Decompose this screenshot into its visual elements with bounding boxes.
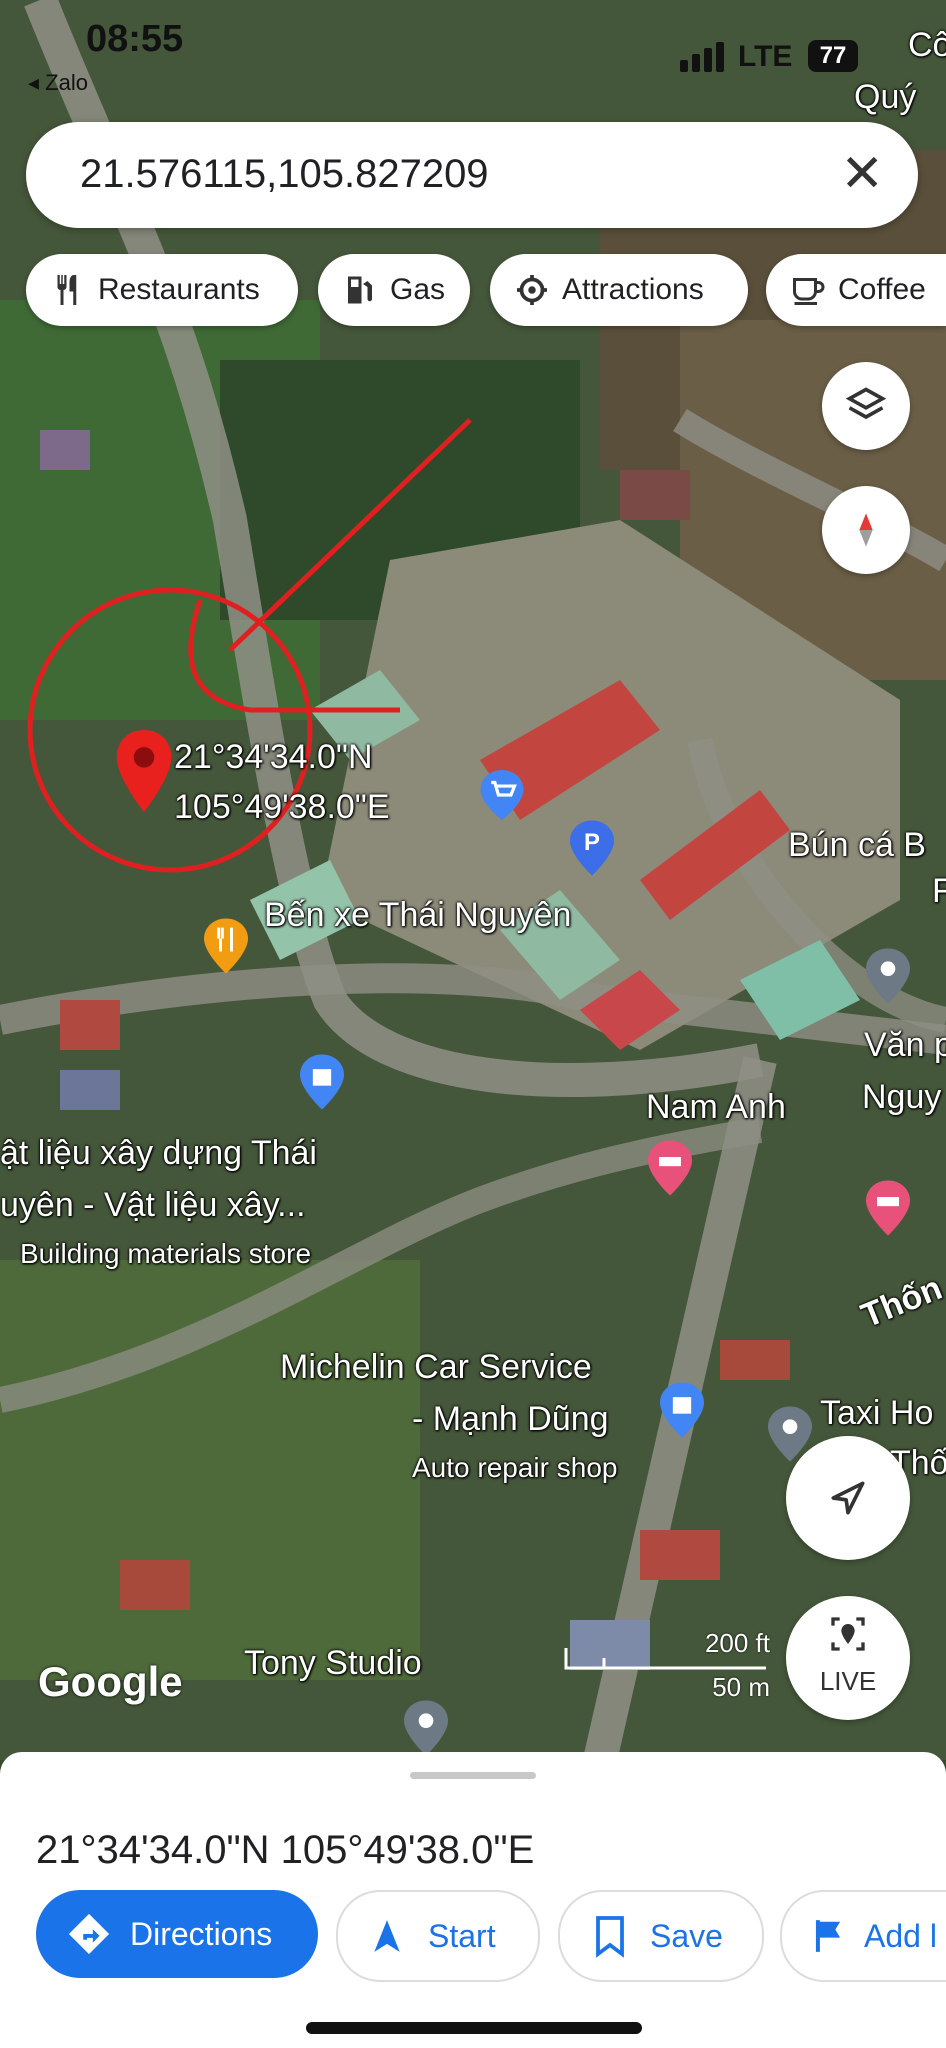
map-label-bun-ca-2: F (932, 872, 946, 910)
svg-text:P: P (584, 829, 600, 856)
my-location-button[interactable] (786, 1436, 910, 1560)
map-label-vlxd-2: uyên - Vật liệu xây... (0, 1186, 306, 1224)
coffee-cup-icon (788, 270, 828, 310)
live-label: LIVE (819, 1666, 877, 1696)
chip-label: Gas (390, 273, 446, 306)
map-label-vlxd-type: Building materials store (20, 1238, 312, 1269)
parking-marker[interactable]: P (570, 820, 614, 876)
fork-knife-icon (48, 270, 88, 310)
status-bar: 08:55 ◂ Zalo LTE 77 (0, 0, 946, 110)
chip-label: Restaurants (98, 273, 260, 306)
shopping-cart-marker[interactable] (480, 770, 524, 820)
restaurant-marker[interactable] (204, 918, 248, 974)
live-view-button[interactable]: LIVE (786, 1596, 910, 1720)
add-label: Add l (864, 1917, 937, 1954)
chip-label: Coffee (838, 273, 926, 306)
back-to-app-link[interactable]: ◂ Zalo (28, 70, 88, 96)
compass-button[interactable] (822, 486, 910, 574)
chip-gas[interactable]: Gas (318, 254, 470, 326)
search-input[interactable]: 21.576115,105.827209 (80, 152, 489, 197)
hotel-marker[interactable] (648, 1140, 692, 1196)
gas-pump-icon (340, 270, 380, 310)
chip-attractions[interactable]: Attractions (490, 254, 748, 326)
map-label-corner: Cô (908, 26, 946, 64)
start-button[interactable]: Start (336, 1890, 540, 1982)
start-label: Start (428, 1917, 496, 1954)
map-label-bun-ca[interactable]: Bún cá B (788, 826, 926, 865)
navigation-start-icon (374, 1920, 400, 1952)
map-label-michelin[interactable]: Michelin Car Service (280, 1348, 592, 1387)
bookmark-icon (596, 1916, 624, 1958)
network-label: LTE (738, 40, 793, 73)
map-label-michelin-2: - Mạnh Dũng (412, 1400, 609, 1438)
map-label-vlxd[interactable]: ật liệu xây dựng Thái (0, 1134, 317, 1173)
directions-label: Directions (130, 1915, 273, 1952)
place-marker-3[interactable] (404, 1700, 448, 1756)
compass-icon (859, 513, 873, 547)
map-label-taxi[interactable]: Taxi Ho (820, 1394, 933, 1433)
map-label-michelin-type: Auto repair shop (412, 1452, 618, 1483)
search-bar[interactable]: 21.576115,105.827209 ✕ (26, 122, 918, 228)
scale-bar: 200 ft 50 m (564, 1628, 770, 1702)
dropped-pin-icon[interactable] (116, 730, 172, 812)
chip-label: Attractions (562, 273, 704, 306)
hotel-marker-2[interactable] (866, 1180, 910, 1236)
shopping-bag-marker-2[interactable] (660, 1382, 704, 1438)
battery-indicator: 77 (808, 40, 858, 72)
place-coordinates: 21°34'34.0"N 105°49'38.0"E (36, 1828, 535, 1872)
add-label-button[interactable]: Add l (780, 1890, 946, 1982)
directions-button[interactable]: Directions (36, 1890, 318, 1978)
map-label-ben-xe[interactable]: Bến xe Thái Nguyên (264, 896, 571, 935)
save-label: Save (650, 1917, 723, 1954)
home-indicator (306, 2022, 642, 2034)
status-time: 08:55 (86, 18, 184, 60)
save-button[interactable]: Save (558, 1890, 764, 1982)
flag-icon (815, 1920, 841, 1952)
map-label-van-2: Nguy (862, 1078, 942, 1116)
close-icon[interactable]: ✕ (840, 144, 884, 204)
pin-latitude-label: 21°34'34.0"N (174, 738, 373, 776)
shopping-bag-marker[interactable] (300, 1054, 344, 1110)
chip-restaurants[interactable]: Restaurants (26, 254, 298, 326)
chip-coffee[interactable]: Coffee (766, 254, 946, 326)
google-logo: Google (38, 1658, 183, 1705)
pin-longitude-label: 105°49'38.0"E (174, 788, 390, 826)
drag-handle[interactable] (410, 1772, 536, 1779)
scale-feet: 200 ft (704, 1628, 770, 1658)
scale-meters: 50 m (712, 1672, 770, 1702)
navigation-arrow-icon (831, 1481, 865, 1515)
map-label-tony[interactable]: Tony Studio (244, 1644, 422, 1683)
live-view-icon (831, 1617, 865, 1651)
layers-button[interactable] (822, 362, 910, 450)
signal-icon (680, 42, 728, 72)
map-label-nam-anh[interactable]: Nam Anh (646, 1088, 786, 1127)
place-marker[interactable] (866, 948, 910, 1004)
layers-icon (845, 387, 887, 420)
map-label-van[interactable]: Văn p (864, 1026, 946, 1065)
map-label-corner-2: Quý (854, 78, 917, 116)
attractions-icon (512, 270, 552, 310)
bottom-sheet[interactable]: 21°34'34.0"N 105°49'38.0"E Directions St… (0, 1752, 946, 2048)
directions-icon (68, 1913, 110, 1955)
